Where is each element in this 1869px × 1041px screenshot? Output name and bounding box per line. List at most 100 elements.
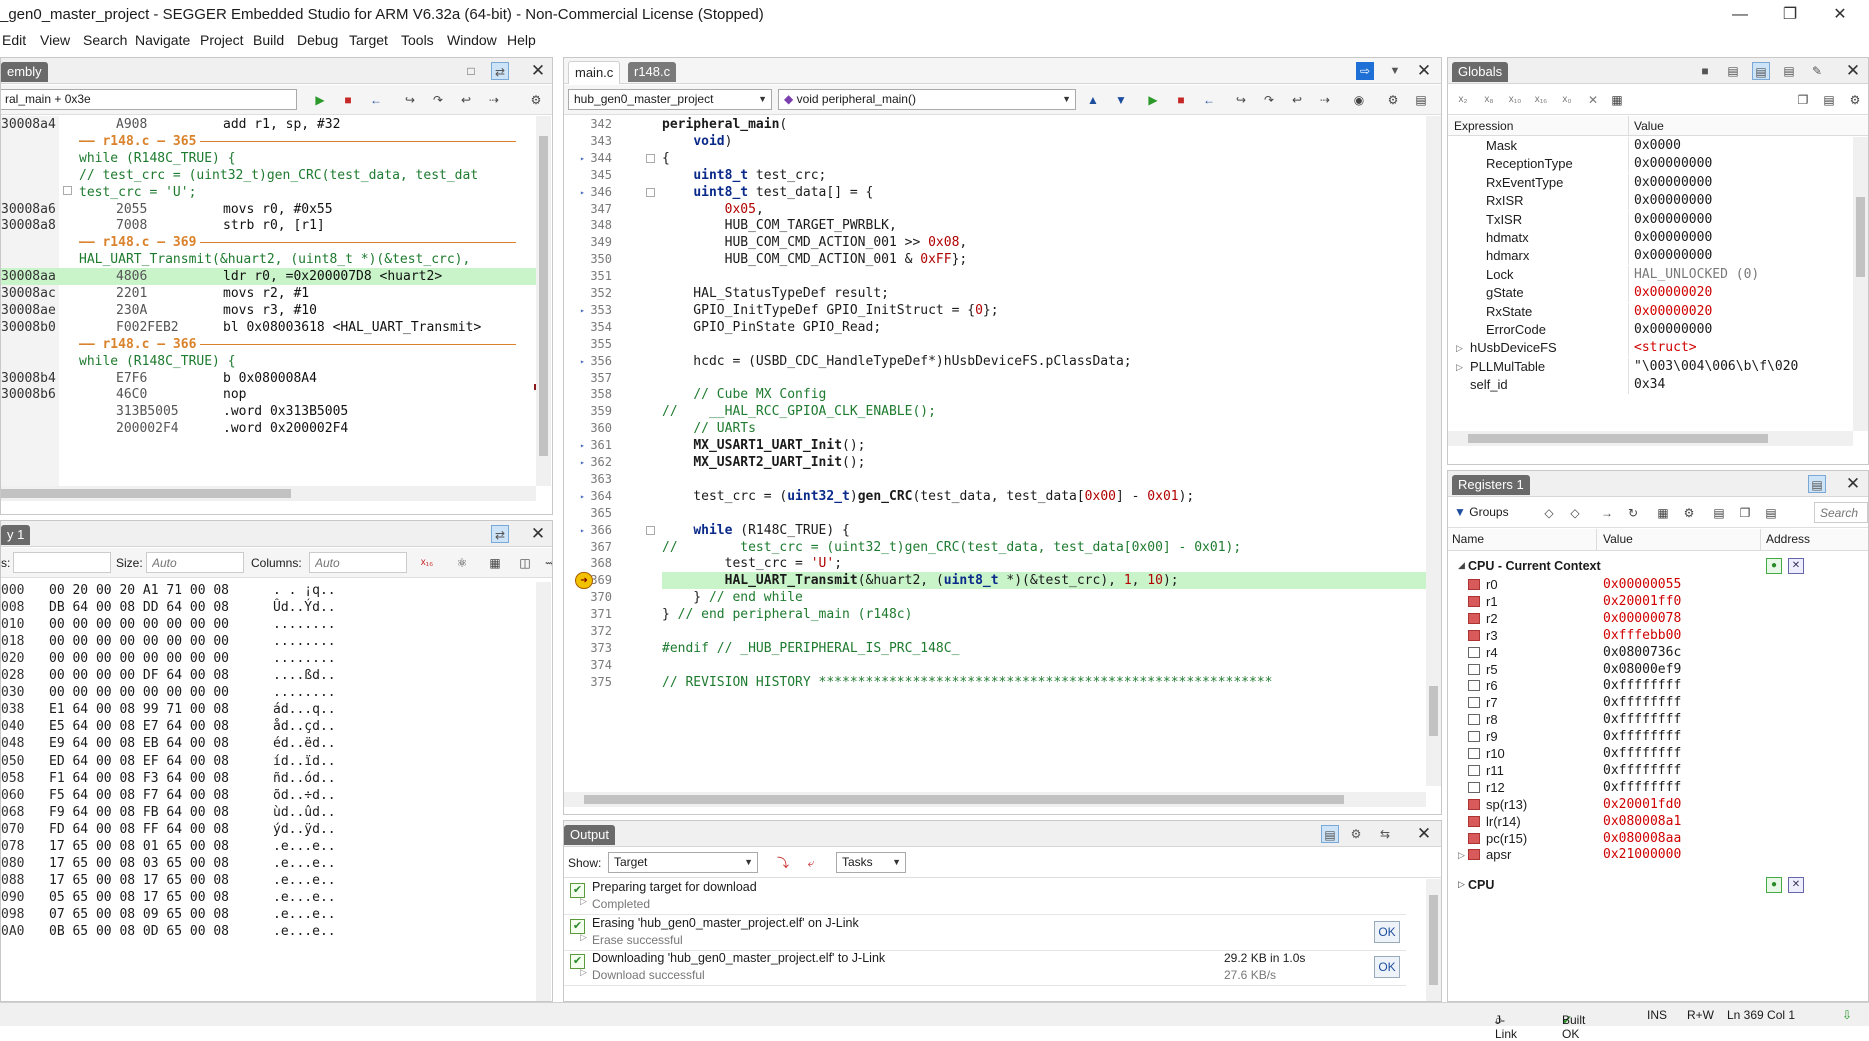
code-line[interactable]: 361 ▸ MX_USART1_UART_Init();: [564, 437, 1426, 454]
go-icon[interactable]: ▶: [1144, 91, 1162, 109]
code-line[interactable]: 357: [564, 370, 1426, 387]
stop-icon[interactable]: ■: [1172, 91, 1190, 109]
chevron-right-icon[interactable]: ▷: [1456, 339, 1463, 357]
disassembly-line[interactable]: 30008b4 E7F6 b 0x080008A4: [1, 370, 536, 387]
reg-tool-5-icon[interactable]: ▦: [1654, 504, 1672, 522]
disassembly-line[interactable]: // test_crc = (uint32_t)gen_CRC(test_dat…: [1, 167, 536, 184]
disassembly-hscroll[interactable]: [1, 486, 536, 501]
layout-icon[interactable]: □: [462, 62, 480, 80]
breakpoint-site-icon[interactable]: ▸: [580, 454, 585, 471]
close-icon[interactable]: ✕: [1414, 824, 1434, 844]
output-filter-icon[interactable]: ⚙: [1347, 825, 1365, 843]
globals-row[interactable]: ReceptionType 0x00000000: [1448, 155, 1853, 174]
registers-tab[interactable]: Registers 1: [1452, 475, 1530, 495]
disassembly-line[interactable]: 30008a8 7008 strb r0, [r1]: [1, 217, 536, 234]
globals-row[interactable]: Mask 0x0000: [1448, 137, 1853, 156]
registers-view-icon[interactable]: ▤: [1808, 475, 1826, 493]
reg-tool-3-icon[interactable]: →: [1598, 504, 1616, 522]
copy-icon[interactable]: ❐: [1736, 504, 1754, 522]
size-input[interactable]: [146, 552, 244, 573]
register-row[interactable]: sp(r13) 0x20001fd0: [1448, 797, 1868, 814]
step-out-icon[interactable]: ↩: [457, 91, 475, 109]
location-field[interactable]: ral_main + 0x3e: [1, 89, 297, 110]
step-out-icon[interactable]: ↩: [1288, 91, 1306, 109]
expand-icon[interactable]: ▷: [580, 967, 587, 978]
disassembly-line[interactable]: 30008a6 2055 movs r0, #0x55: [1, 201, 536, 218]
memory-row[interactable]: 028 00 00 00 00 DF 64 00 08 ....ßd..: [1, 667, 536, 684]
globals-row[interactable]: RxEventType 0x00000000: [1448, 173, 1853, 193]
prev-function-icon[interactable]: ▲: [1084, 91, 1102, 109]
fold-icon[interactable]: [646, 153, 655, 163]
screen-icon[interactable]: ▤: [1412, 91, 1430, 109]
step-into-icon[interactable]: ↪: [1232, 91, 1250, 109]
memory-row[interactable]: 098 07 65 00 08 09 65 00 08 .e...e..: [1, 906, 536, 923]
output-link-icon[interactable]: ⇆: [1376, 825, 1394, 843]
disassembly-line[interactable]: HAL_UART_Transmit(&huart2, (uint8_t *)(&…: [1, 251, 536, 268]
clear-icon[interactable]: ✕: [1584, 91, 1602, 109]
code-line[interactable]: 360 // UARTs: [564, 420, 1426, 437]
globals-row[interactable]: ErrorCode 0x00000000: [1448, 321, 1853, 340]
disassembly-view[interactable]: 30008a4 A908 add r1, sp, #32 —— r148.c — 36…: [1, 116, 544, 486]
menu-navigate[interactable]: Navigate: [135, 32, 190, 48]
groups-button[interactable]: ▼ Groups: [1454, 505, 1509, 519]
disassembly-line[interactable]: 30008b6 46C0 nop: [1, 386, 536, 403]
code-line[interactable]: 370 } // end while: [564, 589, 1426, 606]
overflow-icon[interactable]: ⇝: [541, 554, 552, 572]
close-icon[interactable]: ✕: [1843, 61, 1863, 81]
globals-row[interactable]: self_id 0x34: [1448, 376, 1853, 395]
memory-vscroll[interactable]: [536, 582, 551, 1001]
code-line[interactable]: 373 #endif // _HUB_PERIPHERAL_IS_PRC_148C…: [564, 640, 1426, 657]
globals-row[interactable]: hdmatx 0x00000000: [1448, 229, 1853, 248]
menu-window[interactable]: Window: [447, 32, 497, 48]
code-line[interactable]: 347 0x05,: [564, 201, 1426, 218]
code-editor[interactable]: 342 peripheral_main(343 void) 344 ▸{345 uin…: [564, 116, 1440, 786]
memory-row[interactable]: 018 00 00 00 00 00 00 00 00........: [1, 633, 536, 650]
tab-list-icon[interactable]: ▼: [1386, 62, 1404, 80]
group-close-icon[interactable]: ✕: [1788, 558, 1804, 574]
disassembly-line[interactable]: test_crc = 'U';: [1, 184, 536, 201]
code-line[interactable]: 365: [564, 505, 1426, 522]
editor-vscroll[interactable]: [1426, 116, 1441, 786]
register-row[interactable]: lr(r14) 0x080008a1: [1448, 814, 1868, 831]
copy-icon[interactable]: ❐: [1794, 91, 1812, 109]
run-to-cursor-icon[interactable]: ⇢: [485, 91, 503, 109]
fold-icon[interactable]: [646, 525, 655, 535]
memory-view[interactable]: 000 00 20 00 20 A1 71 00 08 . . ¡q.. 008 DB …: [1, 582, 536, 1001]
chevron-right-icon[interactable]: ▷: [1458, 879, 1465, 890]
menu-search[interactable]: Search: [83, 32, 127, 48]
code-line[interactable]: 369 ➜ HAL_UART_Transmit(&huart2, (uint8_t…: [564, 572, 1426, 590]
code-line[interactable]: 375 // REVISION HISTORY *****************…: [564, 674, 1426, 691]
glasses-icon[interactable]: ◉: [1350, 91, 1368, 109]
group-close-icon[interactable]: ✕: [1788, 877, 1804, 893]
close-icon[interactable]: ✕: [528, 61, 548, 81]
editor-hscroll[interactable]: [564, 792, 1426, 807]
address-field[interactable]: [13, 552, 111, 573]
menu-target[interactable]: Target: [349, 32, 388, 48]
output-view-icon[interactable]: ▤: [1321, 825, 1339, 843]
step-over-icon[interactable]: ↷: [429, 91, 447, 109]
code-line[interactable]: 344 ▸ {: [564, 150, 1426, 167]
output-vscroll[interactable]: [1426, 879, 1441, 1001]
register-row[interactable]: r7 0xffffffff: [1448, 695, 1868, 712]
sync-icon[interactable]: ⇨: [1356, 62, 1374, 80]
code-line[interactable]: 371} // end peripheral_main (r148c): [564, 606, 1426, 623]
search-input[interactable]: [1814, 502, 1868, 523]
chevron-down-icon[interactable]: ◢: [1458, 560, 1465, 571]
globals-row[interactable]: RxState 0x00000020: [1448, 302, 1853, 322]
globals-tool-2-icon[interactable]: ▤: [1724, 62, 1742, 80]
back-icon[interactable]: ←: [1200, 91, 1218, 109]
breakpoint-site-icon[interactable]: ▸: [580, 353, 585, 370]
menu-project[interactable]: Project: [200, 32, 244, 48]
memory-row[interactable]: 070 FD 64 00 08 FF 64 00 08 ýd..ÿd..: [1, 821, 536, 838]
globals-row[interactable]: gState 0x00000020: [1448, 284, 1853, 303]
reg-tool-4-icon[interactable]: ↻: [1624, 504, 1642, 522]
memory-tab[interactable]: y 1: [1, 525, 31, 545]
restore-icon[interactable]: ❐: [1767, 0, 1813, 30]
tasks-combo[interactable]: Tasks ▼: [836, 852, 906, 873]
expand-icon[interactable]: ▷: [580, 896, 587, 907]
globals-hscroll[interactable]: [1448, 431, 1853, 446]
register-row[interactable]: r10 0xffffffff: [1448, 746, 1868, 763]
name-column-header[interactable]: Name: [1452, 532, 1484, 546]
menu-view[interactable]: View: [40, 32, 70, 48]
memory-row[interactable]: 050 ED 64 00 08 EF 64 00 08 íd..ïd..: [1, 753, 536, 770]
